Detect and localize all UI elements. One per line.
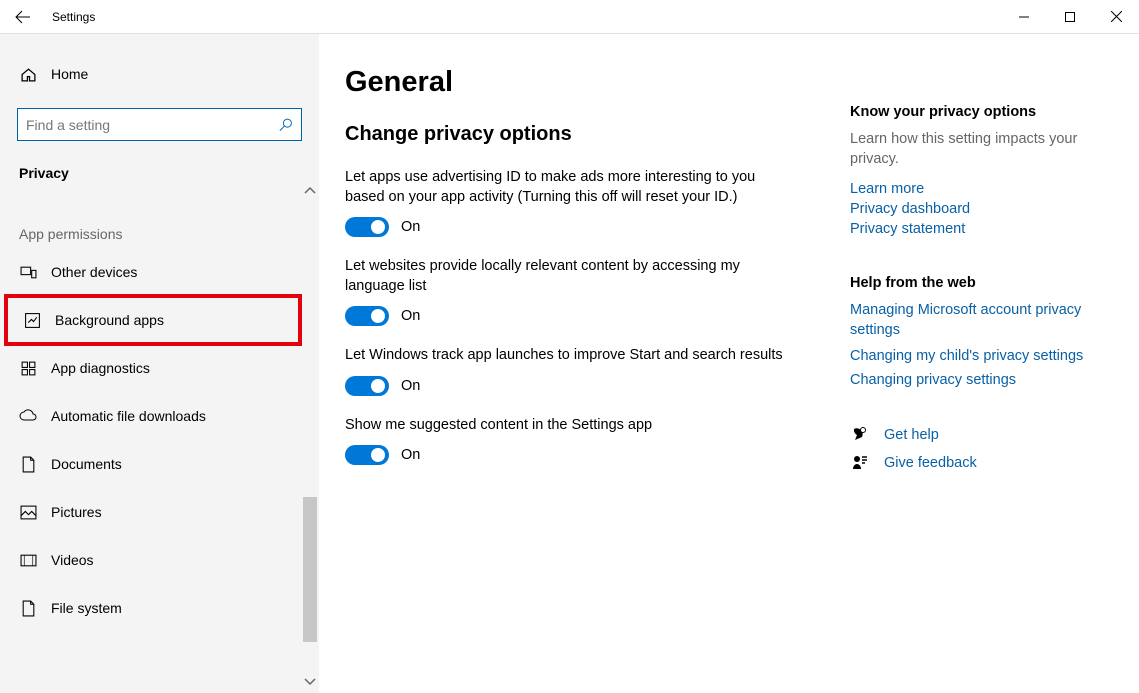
help-title: Help from the web xyxy=(850,275,1115,291)
option-advertising-id: Let apps use advertising ID to make ads … xyxy=(345,168,785,237)
sidebar-item-label: Pictures xyxy=(51,504,102,520)
title-bar: Settings xyxy=(0,0,1139,34)
sidebar-item-documents[interactable]: Documents xyxy=(0,440,319,488)
sidebar-item-label: Videos xyxy=(51,552,94,568)
section-title: App permissions xyxy=(0,181,319,248)
cloud-icon xyxy=(19,409,37,423)
background-apps-icon xyxy=(23,312,41,329)
sidebar: Home Privacy App permissions Other devic… xyxy=(0,34,319,693)
app-diagnostics-icon xyxy=(19,360,37,377)
window-title: Settings xyxy=(52,10,95,24)
option-desc: Let apps use advertising ID to make ads … xyxy=(345,168,785,207)
get-help-row[interactable]: Get help xyxy=(850,426,1115,444)
side-column: Know your privacy options Learn how this… xyxy=(850,66,1115,693)
sidebar-item-label: App diagnostics xyxy=(51,360,150,376)
sidebar-item-file-system[interactable]: File system xyxy=(0,584,319,632)
scroll-down-icon[interactable] xyxy=(304,677,316,689)
videos-icon xyxy=(19,554,37,567)
sidebar-item-pictures[interactable]: Pictures xyxy=(0,488,319,536)
sub-heading: Change privacy options xyxy=(345,123,850,146)
link-child-privacy[interactable]: Changing my child's privacy settings xyxy=(850,348,1115,364)
toggle-state: On xyxy=(401,447,420,463)
search-input[interactable] xyxy=(17,108,302,141)
home-icon xyxy=(19,66,37,83)
back-button[interactable] xyxy=(2,0,44,34)
main-content: General Change privacy options Let apps … xyxy=(319,34,1139,693)
sidebar-item-label: Background apps xyxy=(55,312,164,328)
link-changing-privacy[interactable]: Changing privacy settings xyxy=(850,372,1115,388)
give-feedback-row[interactable]: Give feedback xyxy=(850,454,1115,472)
link-privacy-dashboard[interactable]: Privacy dashboard xyxy=(850,201,1115,217)
category-heading: Privacy xyxy=(0,141,319,181)
sidebar-item-label: Other devices xyxy=(51,264,137,280)
toggle-state: On xyxy=(401,378,420,394)
know-title: Know your privacy options xyxy=(850,104,1115,120)
toggle-advertising-id[interactable] xyxy=(345,217,389,237)
option-language-list: Let websites provide locally relevant co… xyxy=(345,257,785,326)
other-devices-icon xyxy=(19,264,37,281)
sidebar-item-auto-file-downloads[interactable]: Automatic file downloads xyxy=(0,392,319,440)
option-desc: Let Windows track app launches to improv… xyxy=(345,346,785,366)
sidebar-item-label: Automatic file downloads xyxy=(51,408,206,424)
document-icon xyxy=(19,456,37,473)
toggle-state: On xyxy=(401,308,420,324)
actions-block: Get help Give feedback xyxy=(850,426,1115,472)
scroll-up-icon[interactable] xyxy=(304,185,316,197)
sidebar-item-label: Documents xyxy=(51,456,122,472)
toggle-state: On xyxy=(401,219,420,235)
option-track-launches: Let Windows track app launches to improv… xyxy=(345,346,785,396)
page-title: General xyxy=(345,66,850,99)
sidebar-item-other-devices[interactable]: Other devices xyxy=(0,248,319,296)
toggle-language-list[interactable] xyxy=(345,306,389,326)
link-privacy-statement[interactable]: Privacy statement xyxy=(850,221,1115,237)
option-desc: Show me suggested content in the Setting… xyxy=(345,416,785,436)
close-button[interactable] xyxy=(1093,0,1139,34)
option-suggested-content: Show me suggested content in the Setting… xyxy=(345,416,785,466)
link-get-help[interactable]: Get help xyxy=(884,427,939,443)
know-privacy-block: Know your privacy options Learn how this… xyxy=(850,104,1115,237)
sidebar-item-app-diagnostics[interactable]: App diagnostics xyxy=(0,344,319,392)
file-system-icon xyxy=(19,600,37,617)
option-desc: Let websites provide locally relevant co… xyxy=(345,257,785,296)
feedback-icon xyxy=(850,454,870,472)
minimize-button[interactable] xyxy=(1001,0,1047,34)
scrollbar-thumb[interactable] xyxy=(303,497,317,642)
pictures-icon xyxy=(19,505,37,520)
link-managing-account-privacy[interactable]: Managing Microsoft account privacy setti… xyxy=(850,301,1115,340)
link-give-feedback[interactable]: Give feedback xyxy=(884,455,977,471)
toggle-suggested-content[interactable] xyxy=(345,445,389,465)
maximize-button[interactable] xyxy=(1047,0,1093,34)
sidebar-item-label: File system xyxy=(51,600,122,616)
toggle-track-launches[interactable] xyxy=(345,376,389,396)
get-help-icon xyxy=(850,426,870,444)
know-desc: Learn how this setting impacts your priv… xyxy=(850,130,1115,169)
help-web-block: Help from the web Managing Microsoft acc… xyxy=(850,275,1115,388)
sidebar-item-background-apps[interactable]: Background apps xyxy=(4,294,302,346)
link-learn-more[interactable]: Learn more xyxy=(850,181,1115,197)
home-label: Home xyxy=(51,66,88,82)
sidebar-item-videos[interactable]: Videos xyxy=(0,536,319,584)
home-nav[interactable]: Home xyxy=(0,52,319,96)
search-icon xyxy=(278,117,293,132)
